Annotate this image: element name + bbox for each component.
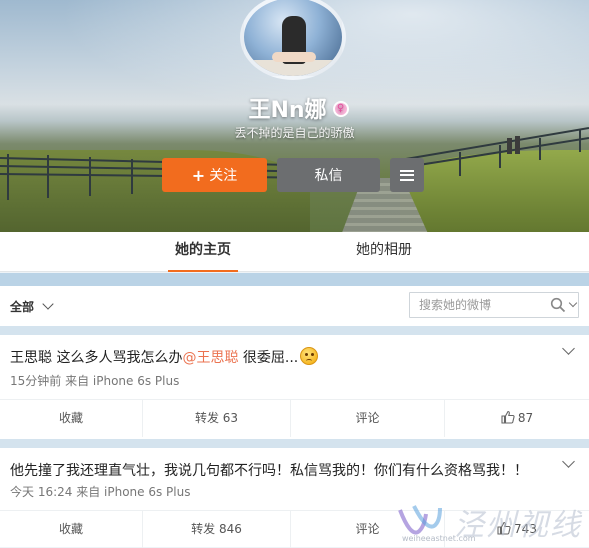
watermark-url: weiheeastnet.com	[402, 534, 476, 543]
chevron-down-icon[interactable]	[562, 342, 575, 355]
post-text-part: 很委屈...	[238, 350, 299, 366]
plus-icon: +	[191, 165, 206, 185]
profile-cover: 王Nn娜 ♀ 丢不掉的是自己的骄傲 + 关注 私信	[0, 0, 589, 232]
favorite-button[interactable]: 收藏	[0, 400, 142, 437]
sad-emoji-icon	[300, 347, 319, 365]
post-actions: 收藏 转发 63 评论 87	[0, 399, 589, 437]
chevron-down-icon[interactable]	[562, 455, 575, 468]
search-chevron-icon[interactable]	[568, 298, 578, 308]
search-box[interactable]	[409, 292, 579, 318]
forward-button[interactable]: 转发 846	[142, 511, 290, 548]
divider-band	[0, 273, 589, 286]
divider-band	[0, 326, 589, 335]
profile-tabs: 她的主页 她的相册	[0, 232, 589, 272]
post-text-part: 这么多人骂我怎么办	[52, 350, 183, 366]
post-card: 王思聪 这么多人骂我怎么办@王思聪 很委屈... 15分钟前 来自 iPhone…	[0, 335, 589, 439]
menu-icon	[400, 169, 414, 181]
post-meta: 15分钟前 来自 iPhone 6s Plus	[10, 374, 180, 388]
profile-name-text: 王Nn娜	[248, 98, 327, 123]
post-meta: 今天 16:24 来自 iPhone 6s Plus	[10, 485, 191, 499]
post-text: 他先撞了我还理直气壮，我说几句都不行吗！私信骂我的！你们有什么资格骂我！！	[10, 463, 528, 479]
filter-all-dropdown[interactable]: 全部	[10, 298, 34, 315]
divider-band	[0, 439, 589, 448]
watermark: 泾州视线 weiheeastnet.com	[392, 494, 589, 547]
favorite-button[interactable]: 收藏	[0, 511, 142, 548]
female-icon: ♀	[332, 101, 349, 117]
post-mention[interactable]: @王思聪	[182, 350, 238, 366]
like-count: 87	[517, 411, 534, 425]
follow-button[interactable]: + 关注	[162, 158, 267, 192]
forward-button[interactable]: 转发 63	[142, 400, 290, 437]
search-icon[interactable]	[550, 297, 566, 313]
comment-button[interactable]: 评论	[290, 400, 444, 437]
tab-album[interactable]: 她的相册	[344, 232, 424, 272]
message-button[interactable]: 私信	[277, 158, 380, 192]
chevron-down-icon[interactable]	[42, 298, 54, 310]
profile-name: 王Nn娜 ♀	[0, 92, 589, 124]
profile-bio: 丢不掉的是自己的骄傲	[234, 126, 355, 140]
post-text: 王思聪 这么多人骂我怎么办@王思聪 很委屈...	[10, 347, 319, 367]
tab-home[interactable]: 她的主页	[168, 232, 238, 272]
like-button[interactable]: 87	[444, 400, 589, 437]
thumbs-up-icon	[501, 410, 515, 424]
search-input[interactable]	[410, 293, 546, 317]
more-button[interactable]	[390, 158, 424, 192]
message-button-label: 私信	[314, 168, 343, 184]
avatar[interactable]	[240, 0, 346, 80]
post-author[interactable]: 王思聪	[10, 350, 52, 366]
filter-bar: 全部	[0, 286, 589, 326]
follow-button-label: 关注	[209, 168, 238, 184]
watermark-logo-icon	[398, 505, 442, 535]
